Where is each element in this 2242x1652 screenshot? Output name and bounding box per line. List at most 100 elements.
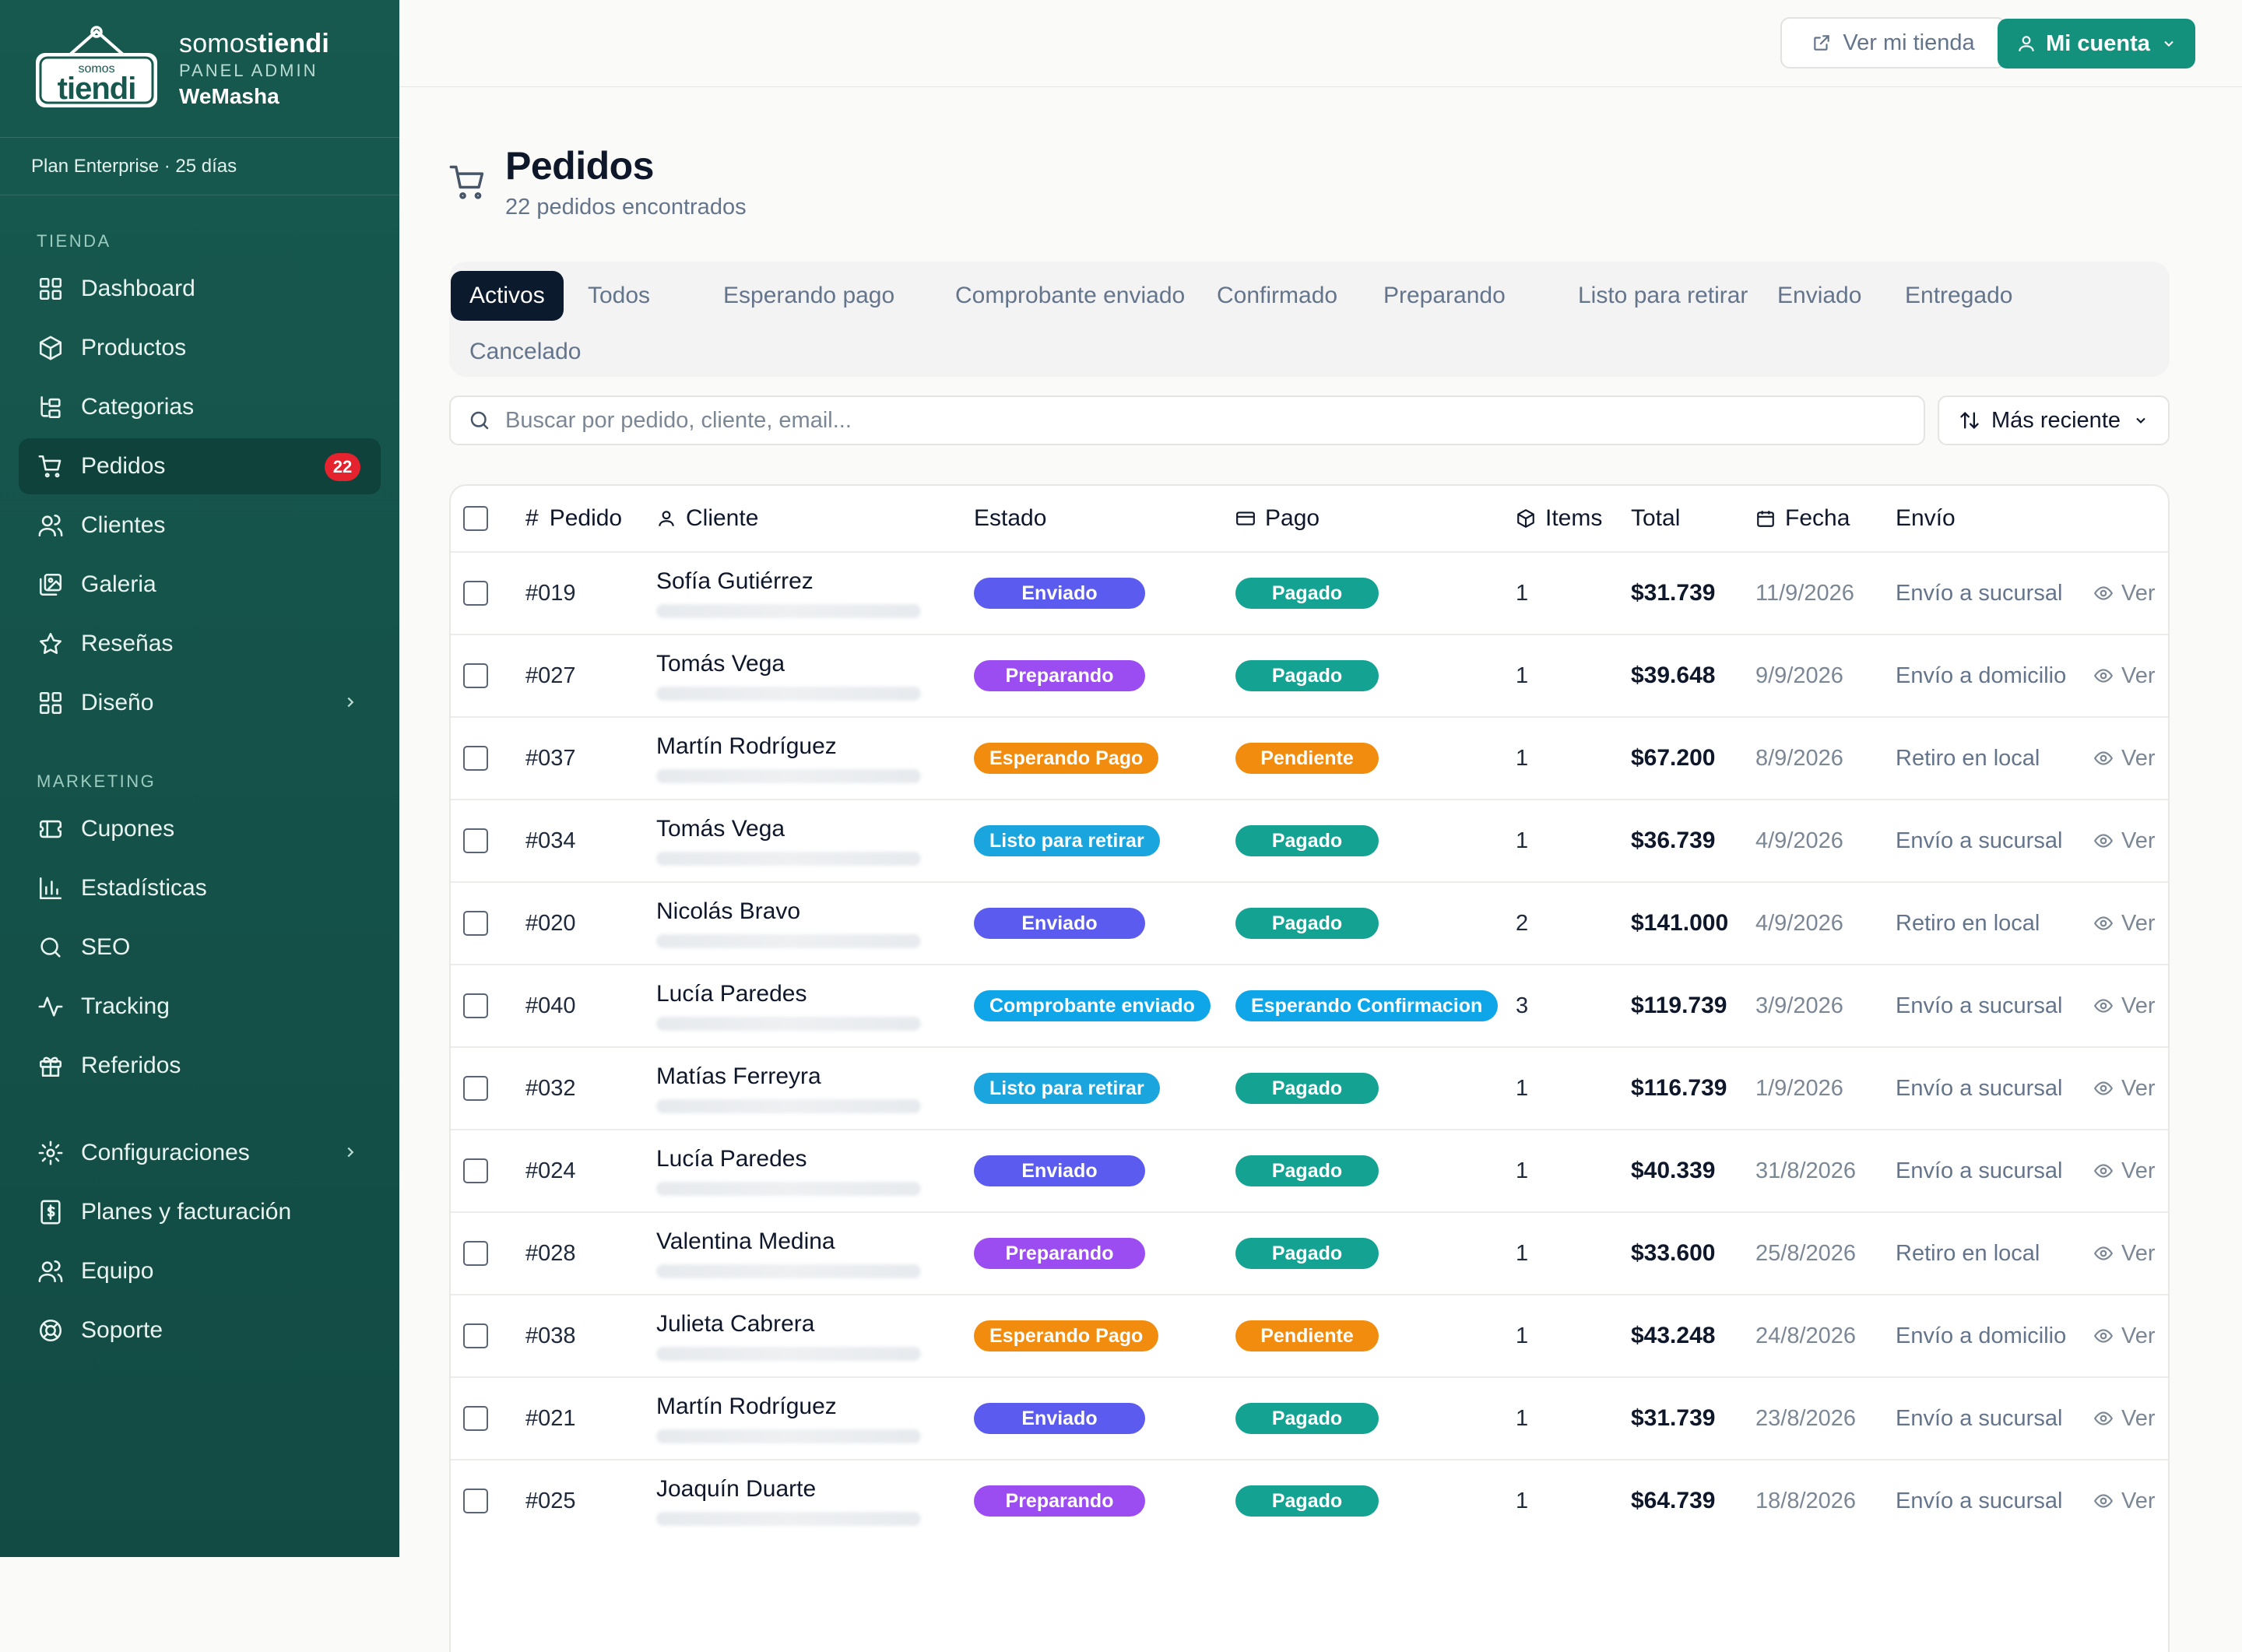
view-order-link[interactable]: Ver <box>2093 1460 2156 1541</box>
sidebar-item-equipo[interactable]: Equipo <box>19 1243 381 1299</box>
sidebar-item-pedidos[interactable]: Pedidos 22 <box>19 438 381 494</box>
order-id[interactable]: #021 <box>525 1378 576 1459</box>
cart-icon <box>38 455 61 478</box>
view-order-link[interactable]: Ver <box>2093 553 2156 634</box>
table-row[interactable]: #038 Julieta Cabrera Esperando Pago Pend… <box>451 1294 2168 1376</box>
status-tabs: Activos Todos Esperando pago Comprobante en… <box>449 262 2170 377</box>
row-checkbox[interactable] <box>463 1241 488 1266</box>
tiendi-logo[interactable]: somos tiendi <box>31 25 162 112</box>
order-id[interactable]: #028 <box>525 1213 576 1294</box>
table-row[interactable]: #037 Martín Rodríguez Esperando Pago Pen… <box>451 716 2168 799</box>
table-row[interactable]: #024 Lucía Paredes Enviado Pagado 1 $40.… <box>451 1129 2168 1211</box>
table-row[interactable]: #019 Sofía Gutiérrez Enviado Pagado 1 $3… <box>451 551 2168 634</box>
view-order-link[interactable]: Ver <box>2093 1213 2156 1294</box>
order-id[interactable]: #024 <box>525 1130 576 1211</box>
row-checkbox[interactable] <box>463 746 488 771</box>
sidebar-item-productos[interactable]: Productos <box>19 320 381 376</box>
view-order-link[interactable]: Ver <box>2093 718 2156 799</box>
row-checkbox[interactable] <box>463 993 488 1018</box>
tab-todos[interactable]: Todos <box>569 271 669 321</box>
view-store-button[interactable]: Ver mi tienda <box>1780 17 2006 69</box>
sidebar-item-configuraciones[interactable]: Configuraciones <box>19 1125 381 1181</box>
order-id[interactable]: #020 <box>525 883 576 964</box>
sidebar-item-soporte[interactable]: Soporte <box>19 1302 381 1359</box>
sidebar-item-tracking[interactable]: Tracking <box>19 979 381 1035</box>
sort-select[interactable]: Más reciente <box>1938 395 2170 445</box>
order-id[interactable]: #034 <box>525 800 576 881</box>
view-order-link[interactable]: Ver <box>2093 1130 2156 1211</box>
table-row[interactable]: #027 Tomás Vega Preparando Pagado 1 $39.… <box>451 634 2168 716</box>
header-cliente[interactable]: Cliente <box>656 486 758 551</box>
sidebar-item-estadísticas[interactable]: Estadísticas <box>19 860 381 916</box>
payment-cell: Pagado <box>1235 1048 1379 1129</box>
table-row[interactable]: #021 Martín Rodríguez Enviado Pagado 1 $… <box>451 1376 2168 1459</box>
row-select-cell <box>463 1295 488 1376</box>
order-date: 24/8/2026 <box>1755 1323 1857 1348</box>
table-row[interactable]: #040 Lucía Paredes Comprobante enviado E… <box>451 964 2168 1046</box>
sidebar-item-diseño[interactable]: Diseño <box>19 675 381 731</box>
row-checkbox[interactable] <box>463 581 488 606</box>
account-button[interactable]: Mi cuenta <box>1998 19 2195 69</box>
header-items[interactable]: Items <box>1516 486 1602 551</box>
order-id[interactable]: #038 <box>525 1295 576 1376</box>
view-order-link[interactable]: Ver <box>2093 1048 2156 1129</box>
sidebar-item-label: Clientes <box>81 512 166 538</box>
table-row[interactable]: #032 Matías Ferreyra Listo para retirar … <box>451 1046 2168 1129</box>
row-checkbox[interactable] <box>463 1158 488 1183</box>
shipping-method: Envío a sucursal <box>1896 993 2063 1018</box>
header-pedido[interactable]: # Pedido <box>525 486 622 551</box>
tab-esperando-pago[interactable]: Esperando pago <box>705 271 913 321</box>
order-id[interactable]: #019 <box>525 553 576 634</box>
order-id[interactable]: #027 <box>525 635 576 716</box>
sidebar-item-referidos[interactable]: Referidos <box>19 1038 381 1094</box>
view-order-link[interactable]: Ver <box>2093 1378 2156 1459</box>
table-row[interactable]: #020 Nicolás Bravo Enviado Pagado 2 $141… <box>451 881 2168 964</box>
sidebar-item-dashboard[interactable]: Dashboard <box>19 261 381 317</box>
view-order-link[interactable]: Ver <box>2093 883 2156 964</box>
row-checkbox[interactable] <box>463 1323 488 1348</box>
order-id[interactable]: #040 <box>525 965 576 1046</box>
view-order-link[interactable]: Ver <box>2093 800 2156 881</box>
header-envio[interactable]: Envío <box>1896 486 1956 551</box>
row-checkbox[interactable] <box>463 1489 488 1513</box>
tab-activos[interactable]: Activos <box>451 271 564 321</box>
header-estado[interactable]: Estado <box>974 486 1046 551</box>
header-pago[interactable]: Pago <box>1235 486 1320 551</box>
sidebar-item-reseñas[interactable]: Reseñas <box>19 616 381 672</box>
header-total[interactable]: Total <box>1631 486 1680 551</box>
view-order-link[interactable]: Ver <box>2093 635 2156 716</box>
payment-cell: Esperando Confirmacion <box>1235 965 1499 1046</box>
sidebar-item-cupones[interactable]: Cupones <box>19 801 381 857</box>
sidebar-item-categorias[interactable]: Categorias <box>19 379 381 435</box>
order-id[interactable]: #032 <box>525 1048 576 1129</box>
sidebar-item-planes-y-facturación[interactable]: Planes y facturación <box>19 1184 381 1240</box>
sidebar-item-clientes[interactable]: Clientes <box>19 497 381 554</box>
search-box[interactable]: Buscar por pedido, cliente, email... <box>449 395 1925 445</box>
view-order-link[interactable]: Ver <box>2093 1295 2156 1376</box>
row-checkbox[interactable] <box>463 828 488 853</box>
view-order-link[interactable]: Ver <box>2093 965 2156 1046</box>
tab-listo-para-retirar[interactable]: Listo para retirar <box>1559 271 1766 321</box>
logo-big-text: tiendi <box>57 72 137 106</box>
sidebar-item-galeria[interactable]: Galeria <box>19 557 381 613</box>
header-fecha[interactable]: Fecha <box>1755 486 1850 551</box>
row-checkbox[interactable] <box>463 1406 488 1431</box>
sidebar-item-seo[interactable]: SEO <box>19 919 381 975</box>
select-all-checkbox[interactable] <box>463 506 488 531</box>
tab-preparando[interactable]: Preparando <box>1365 271 1524 321</box>
tab-comprobante-enviado[interactable]: Comprobante enviado <box>937 271 1204 321</box>
tab-entregado[interactable]: Entregado <box>1886 271 2031 321</box>
eye-icon <box>2093 751 2114 765</box>
tab-cancelado[interactable]: Cancelado <box>451 327 599 377</box>
status-badge: Listo para retirar <box>974 825 1160 856</box>
row-checkbox[interactable] <box>463 1076 488 1101</box>
table-row[interactable]: #025 Joaquín Duarte Preparando Pagado 1 … <box>451 1459 2168 1541</box>
table-row[interactable]: #034 Tomás Vega Listo para retirar Pagad… <box>451 799 2168 881</box>
table-row[interactable]: #028 Valentina Medina Preparando Pagado … <box>451 1211 2168 1294</box>
order-id[interactable]: #025 <box>525 1460 576 1541</box>
tab-enviado[interactable]: Enviado <box>1759 271 1880 321</box>
row-checkbox[interactable] <box>463 663 488 688</box>
tab-confirmado[interactable]: Confirmado <box>1198 271 1356 321</box>
order-id[interactable]: #037 <box>525 718 576 799</box>
row-checkbox[interactable] <box>463 911 488 936</box>
